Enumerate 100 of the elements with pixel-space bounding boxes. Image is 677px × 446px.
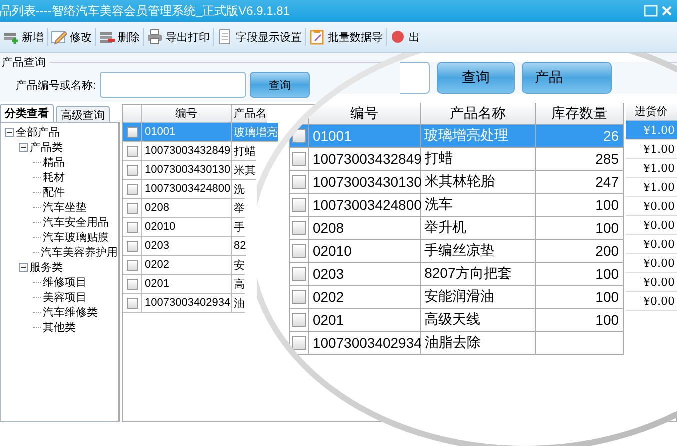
- table-row[interactable]: 10073003424800 洗车 100: [290, 194, 624, 217]
- table-cell: 0202: [142, 256, 232, 274]
- search-button[interactable]: 查询: [437, 62, 515, 94]
- checkbox[interactable]: [126, 278, 138, 290]
- table-row[interactable]: 0201 高级天线 100: [290, 309, 624, 332]
- checkbox[interactable]: [292, 267, 306, 281]
- tree-item[interactable]: 其他类: [43, 320, 76, 335]
- table-row[interactable]: 10073003402934 油脂去除: [290, 332, 624, 355]
- tree-item[interactable]: 配件: [43, 185, 65, 200]
- checkbox[interactable]: [126, 222, 138, 232]
- column-header[interactable]: 进货价: [626, 103, 677, 121]
- checkbox[interactable]: [292, 221, 306, 235]
- table-row[interactable]: ¥1.00: [626, 140, 677, 159]
- tree-item[interactable]: 维修项目: [43, 275, 87, 290]
- table-cell-text: 举: [233, 202, 245, 216]
- table-row[interactable]: ¥1.00: [626, 178, 677, 197]
- table-cell-text: 打蜡: [233, 144, 256, 160]
- table-row[interactable]: 10073003430130 米其: [123, 161, 256, 180]
- toolbar-button[interactable]: 出: [387, 28, 423, 46]
- table-cell: 0201: [308, 309, 421, 331]
- tree-item[interactable]: 精品: [43, 155, 65, 170]
- table-row[interactable]: 02010 手: [123, 218, 245, 237]
- table-row[interactable]: ¥1.00: [626, 159, 677, 178]
- checkbox[interactable]: [126, 184, 138, 194]
- tree-item[interactable]: 产品类: [30, 140, 63, 155]
- column-header[interactable]: 库存数量: [552, 104, 608, 122]
- tree-item[interactable]: 汽车玻璃贴膜: [43, 230, 109, 245]
- checkbox[interactable]: [126, 126, 138, 138]
- collapse-icon[interactable]: [5, 128, 14, 137]
- toolbar-button[interactable]: 新增: [0, 28, 47, 46]
- collapse-icon[interactable]: [19, 143, 28, 152]
- table-cell: 10073003432849: [308, 148, 421, 170]
- maximize-icon[interactable]: [644, 5, 658, 17]
- checkbox[interactable]: [126, 164, 138, 176]
- tree-item[interactable]: 汽车坐垫: [43, 200, 87, 215]
- table-row[interactable]: ¥0.00: [626, 197, 677, 216]
- table-row[interactable]: ¥0.00: [626, 235, 677, 254]
- checkbox[interactable]: [126, 260, 138, 270]
- tree-item[interactable]: 汽车美容养护用: [41, 245, 118, 260]
- toolbar-button[interactable]: 字段显示设置: [214, 28, 305, 46]
- tree-item[interactable]: 全部产品: [16, 125, 60, 140]
- table-row[interactable]: 0203 8207方向把套 100: [290, 263, 624, 286]
- checkbox[interactable]: [292, 152, 306, 166]
- table-row[interactable]: 10073003402934 油: [123, 294, 245, 313]
- tree-item[interactable]: 汽车维修类: [43, 305, 98, 320]
- checkbox[interactable]: [126, 240, 138, 252]
- table-cell: 100: [536, 263, 624, 285]
- collapse-icon[interactable]: [19, 263, 28, 272]
- table-row[interactable]: 10073003424800 洗: [123, 180, 245, 199]
- close-icon[interactable]: [661, 5, 673, 17]
- table-cell: ¥0.00: [644, 294, 675, 308]
- checkbox[interactable]: [292, 290, 306, 304]
- tree-item[interactable]: 服务类: [30, 260, 63, 275]
- checkbox[interactable]: [292, 198, 306, 212]
- table-row[interactable]: 10073003432849 打蜡 285: [290, 148, 624, 171]
- toolbar-button[interactable]: 批量数据导: [306, 28, 386, 46]
- tab[interactable]: 分类查看: [0, 104, 54, 122]
- table-row[interactable]: ¥0.00: [626, 273, 677, 292]
- tab[interactable]: 高级查询: [56, 106, 110, 122]
- checkbox[interactable]: [292, 244, 306, 258]
- search-field[interactable]: [100, 72, 246, 98]
- table-cell: ¥0.00: [644, 256, 675, 270]
- toolbar-button[interactable]: 删除: [96, 28, 143, 46]
- table-row[interactable]: ¥0.00: [626, 254, 677, 273]
- checkbox[interactable]: [292, 175, 306, 189]
- table-cell: ¥0.00: [644, 276, 675, 288]
- table-row[interactable]: 0208 举: [123, 199, 245, 218]
- table-cell: 100: [536, 194, 624, 216]
- search-button[interactable]: 查询: [250, 72, 310, 98]
- tree-item[interactable]: 耗材: [43, 170, 65, 185]
- checkbox[interactable]: [292, 336, 306, 350]
- table-row[interactable]: 10073003432849 打蜡: [123, 142, 256, 161]
- checkbox[interactable]: [126, 298, 138, 308]
- table-row[interactable]: 0202 安能润滑油 100: [290, 286, 624, 309]
- table-cell: 10073003432849: [142, 142, 232, 160]
- tree-item[interactable]: 美容项目: [43, 290, 87, 305]
- search-button[interactable]: 产品: [522, 62, 612, 94]
- table-cell: 0201: [142, 275, 232, 293]
- checkbox[interactable]: [126, 146, 138, 156]
- checkbox[interactable]: [292, 313, 306, 327]
- table-row[interactable]: 0201 高: [123, 275, 245, 294]
- table-row[interactable]: ¥0.00: [626, 216, 677, 235]
- exit-icon: [390, 29, 406, 45]
- tree-item[interactable]: 汽车安全用品: [43, 215, 109, 230]
- table-row[interactable]: 0208 举升机 100: [290, 217, 624, 240]
- column-header[interactable]: 编号: [350, 104, 378, 122]
- checkbox[interactable]: [126, 202, 138, 214]
- table-row[interactable]: 0203 82: [123, 237, 246, 256]
- column-header[interactable]: 编号: [142, 105, 232, 122]
- table-cell-text: 82: [233, 239, 246, 254]
- table-row[interactable]: ¥0.00: [626, 292, 677, 311]
- table-row[interactable]: 02010 手编丝凉垫 200: [290, 240, 624, 263]
- toolbar-button[interactable]: 修改: [48, 28, 95, 46]
- toolbar-button[interactable]: 导出打印: [144, 28, 213, 46]
- table-cell: 0208: [142, 199, 232, 217]
- search-field[interactable]: [400, 62, 430, 94]
- table-row[interactable]: 0202 安: [123, 256, 245, 275]
- table-row[interactable]: 10073003430130 米其林轮胎 247: [290, 171, 624, 194]
- column-header[interactable]: 产品名称: [450, 104, 506, 122]
- column-header[interactable]: 产品名: [232, 105, 267, 122]
